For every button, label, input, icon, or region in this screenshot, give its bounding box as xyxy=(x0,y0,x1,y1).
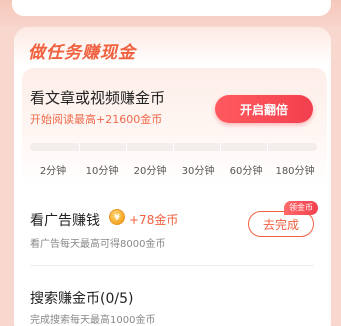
section-title: 做任务赚现金 xyxy=(28,43,136,63)
reading-task-subtitle: 开始阅读最高+21600金币 xyxy=(30,113,163,126)
milestone-label: 60分钟 xyxy=(229,166,263,177)
coin-icon: ¥ xyxy=(109,209,125,225)
search-task-subtitle: 完成搜索每天最高1000金币 xyxy=(30,315,156,326)
reading-progress-bar xyxy=(30,143,317,151)
milestone-label: 180分钟 xyxy=(275,166,315,177)
start-double-button[interactable]: 开启翻倍 xyxy=(215,95,313,123)
progress-tick xyxy=(220,143,221,151)
milestone-label: 20分钟 xyxy=(133,166,167,177)
ad-task-reward: +78金币 xyxy=(129,213,179,227)
reading-task-title: 看文章或视频赚金币 xyxy=(30,89,166,107)
top-tab-card xyxy=(12,0,331,16)
progress-tick xyxy=(126,143,127,151)
milestone-label: 2分钟 xyxy=(39,166,67,177)
progress-tick xyxy=(267,143,268,151)
ad-task-title: 看广告赚钱 xyxy=(30,213,100,229)
divider xyxy=(30,265,314,266)
progress-tick xyxy=(173,143,174,151)
search-task-title: 搜索赚金币(0/5) xyxy=(30,291,134,307)
progress-tick xyxy=(79,143,80,151)
claim-coins-badge: 领金币 xyxy=(284,201,318,215)
milestone-labels: 2分钟 10分钟 20分钟 30分钟 60分钟 180分钟 xyxy=(0,162,341,177)
milestone-label: 30分钟 xyxy=(181,166,215,177)
ad-task-subtitle: 看广告每天最高可得8000金币 xyxy=(30,239,166,250)
milestone-label: 10分钟 xyxy=(85,166,119,177)
